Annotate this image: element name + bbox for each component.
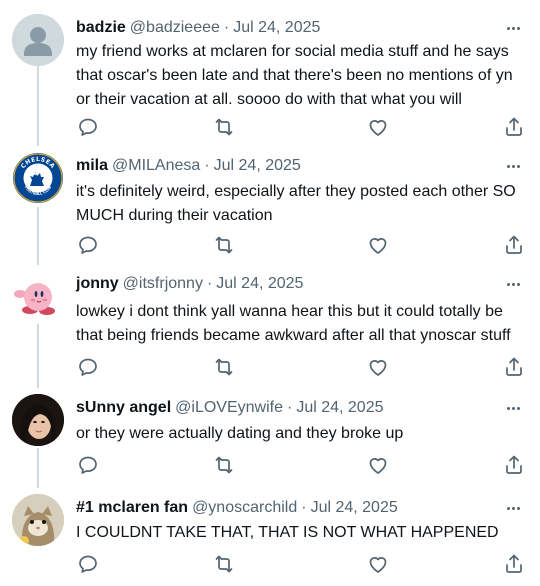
share-icon[interactable]: [502, 552, 526, 576]
tweet[interactable]: sUnny angel @iLOVEynwife · Jul 24, 2025 or …: [0, 384, 540, 484]
share-icon[interactable]: [502, 355, 526, 379]
reply-icon[interactable]: [76, 355, 100, 379]
tweet[interactable]: badzie @badzieeee · Jul 24, 2025 my friend …: [0, 4, 540, 142]
like-icon[interactable]: [366, 453, 390, 477]
separator: ·: [301, 499, 307, 516]
more-options-icon[interactable]: [502, 398, 524, 418]
retweet-icon[interactable]: [212, 355, 236, 379]
share-icon[interactable]: [502, 453, 526, 477]
reply-icon[interactable]: [76, 115, 100, 139]
retweet-icon[interactable]: [212, 115, 236, 139]
user-handle[interactable]: @badzieeee: [130, 19, 220, 36]
timestamp[interactable]: Jul 24, 2025: [216, 275, 303, 292]
tweet-actions: [76, 115, 526, 139]
tweet-text: or they were actually dating and they br…: [76, 425, 404, 442]
tweet-header: sUnny angel @iLOVEynwife · Jul 24, 2025: [76, 397, 384, 419]
timestamp[interactable]: Jul 24, 2025: [214, 157, 301, 174]
tweet-text: lowkey i dont think yall wanna hear this…: [76, 303, 511, 344]
display-name[interactable]: #1 mclaren fan: [76, 499, 188, 516]
tweet[interactable]: jonny @itsfrjonny · Jul 24, 2025 lowkey i d…: [0, 260, 540, 384]
tweet-header: #1 mclaren fan @ynoscarchild · Jul 24, 2025: [76, 497, 398, 519]
tweet-actions: [76, 355, 526, 379]
cat-photo-avatar[interactable]: [12, 494, 64, 546]
tweet-header: jonny @itsfrjonny · Jul 24, 2025: [76, 273, 303, 295]
tweet[interactable]: CHELSEA FOOTBALL CLUB mila @MILAnesa · Jul …: [0, 142, 540, 260]
kirby-avatar[interactable]: [12, 270, 64, 322]
tweet-actions: [76, 552, 526, 576]
separator: ·: [286, 399, 293, 416]
separator: ·: [204, 157, 210, 174]
share-icon[interactable]: [502, 233, 526, 257]
timestamp[interactable]: Jul 24, 2025: [233, 19, 320, 36]
display-name[interactable]: sUnny angel: [76, 399, 171, 416]
timestamp[interactable]: Jul 24, 2025: [296, 399, 383, 416]
display-name[interactable]: jonny: [76, 275, 119, 292]
separator: ·: [206, 275, 213, 292]
retweet-icon[interactable]: [212, 453, 236, 477]
dark-hair-photo-avatar[interactable]: [12, 394, 64, 446]
tweet-text: my friend works at mclaren for social me…: [76, 43, 513, 108]
share-icon[interactable]: [502, 115, 526, 139]
tweet-text: it's definitely weird, especially after …: [76, 183, 516, 224]
display-name[interactable]: badzie: [76, 19, 126, 36]
timestamp[interactable]: Jul 24, 2025: [311, 499, 398, 516]
retweet-icon[interactable]: [212, 552, 236, 576]
default-profile-avatar[interactable]: [12, 14, 64, 66]
user-handle[interactable]: @MILAnesa: [112, 157, 200, 174]
more-options-icon[interactable]: [502, 156, 524, 176]
user-handle[interactable]: @iLOVEynwife: [175, 399, 283, 416]
reply-icon[interactable]: [76, 552, 100, 576]
separator: ·: [223, 19, 230, 36]
tweet-actions: [76, 233, 526, 257]
reply-icon[interactable]: [76, 453, 100, 477]
tweet-actions: [76, 453, 526, 477]
more-options-icon[interactable]: [502, 274, 524, 294]
display-name[interactable]: mila: [76, 157, 108, 174]
like-icon[interactable]: [366, 552, 390, 576]
like-icon[interactable]: [366, 233, 390, 257]
user-handle[interactable]: @itsfrjonny: [123, 275, 203, 292]
more-options-icon[interactable]: [502, 498, 524, 518]
user-handle[interactable]: @ynoscarchild: [192, 499, 297, 516]
retweet-icon[interactable]: [212, 233, 236, 257]
tweet-header: mila @MILAnesa · Jul 24, 2025: [76, 155, 301, 177]
more-options-icon[interactable]: [502, 18, 524, 38]
chelsea-crest-avatar[interactable]: CHELSEA FOOTBALL CLUB: [12, 152, 64, 204]
tweet-text: I COULDNT TAKE THAT, THAT IS NOT WHAT HA…: [76, 524, 499, 541]
like-icon[interactable]: [366, 355, 390, 379]
like-icon[interactable]: [366, 115, 390, 139]
tweet-header: badzie @badzieeee · Jul 24, 2025: [76, 17, 320, 39]
tweet[interactable]: #1 mclaren fan @ynoscarchild · Jul 24, 2025…: [0, 484, 540, 586]
reply-icon[interactable]: [76, 233, 100, 257]
